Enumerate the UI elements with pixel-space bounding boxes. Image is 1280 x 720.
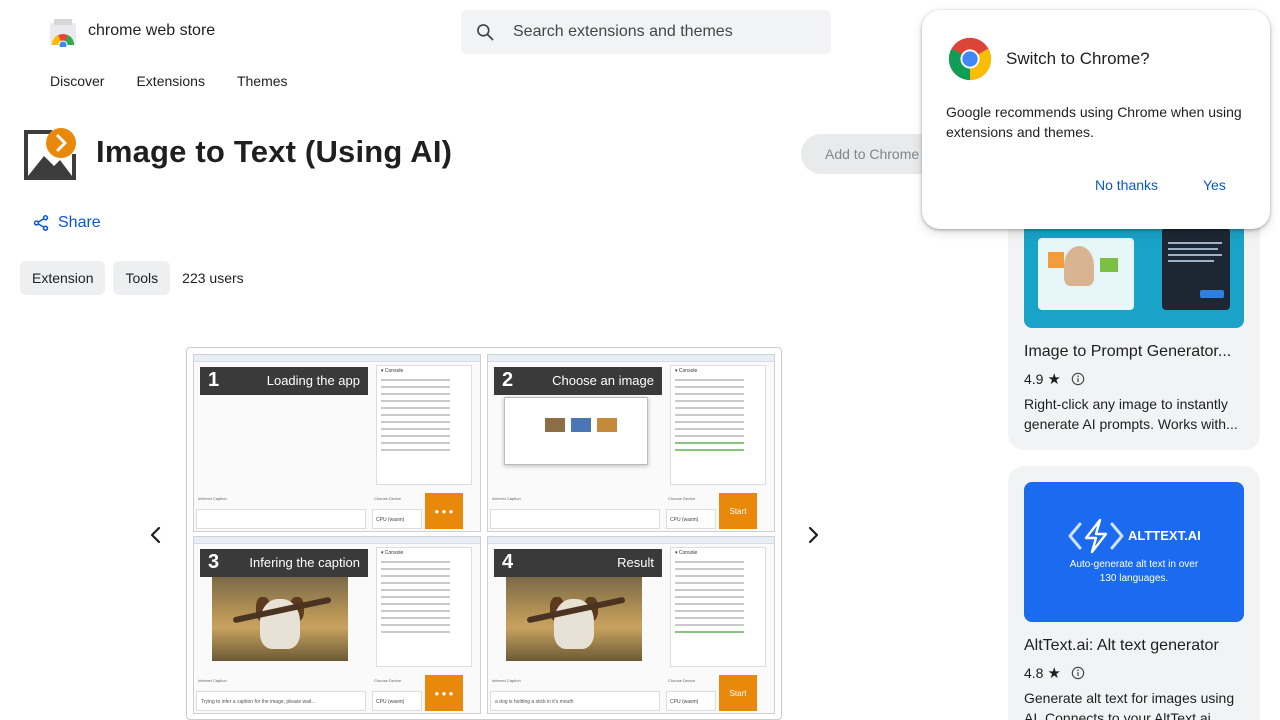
card-banner-image: ALTTEXT.AI Auto-generate alt text in ove… <box>1024 482 1244 622</box>
console-panel: ▾ Console <box>376 365 472 485</box>
nav-extensions[interactable]: Extensions <box>136 73 204 89</box>
screenshot-pane-1: 1 Loading the app ▾ Console Inferred Cap… <box>193 354 481 532</box>
screenshot-pane-2: 2 Choose an image ▾ Console Inferred Cap… <box>487 354 775 532</box>
console-panel: ▾ Console <box>670 365 766 485</box>
star-icon: ★ <box>1047 371 1061 388</box>
carousel-prev-icon[interactable] <box>144 523 168 547</box>
user-count: 223 users <box>182 270 244 286</box>
dog-photo <box>506 577 642 661</box>
star-icon: ★ <box>1047 665 1061 682</box>
info-icon[interactable] <box>1071 372 1085 386</box>
chrome-logo-icon <box>948 37 992 81</box>
card-title[interactable]: Image to Prompt Generator... <box>1024 343 1246 361</box>
pane-badge: 1 Loading the app <box>200 367 368 395</box>
dog-photo <box>212 577 348 661</box>
nav-themes[interactable]: Themes <box>237 73 288 89</box>
search-bar[interactable] <box>461 10 831 54</box>
no-thanks-button[interactable]: No thanks <box>1095 177 1158 193</box>
switch-to-chrome-popup: Switch to Chrome? Google recommends usin… <box>922 10 1270 229</box>
screenshot-pane-3: 3 Infering the caption ▾ Console Inferre… <box>193 536 481 714</box>
share-icon <box>33 215 49 231</box>
search-input[interactable] <box>513 10 813 54</box>
search-icon <box>477 24 494 41</box>
console-panel: ▾ Console <box>376 547 472 667</box>
store-name[interactable]: chrome web store <box>88 22 215 40</box>
pane-badge: 2 Choose an image <box>494 367 662 395</box>
category-chips: Extension Tools 223 users <box>20 261 244 295</box>
pane-badge: 4 Result <box>494 549 662 577</box>
alttext-brand: ALTTEXT.AI <box>1128 528 1201 543</box>
extension-icon <box>24 128 76 180</box>
yes-button[interactable]: Yes <box>1203 177 1226 193</box>
chrome-web-store-logo[interactable] <box>48 17 78 47</box>
alttext-logo-icon <box>1068 518 1124 554</box>
card-description: Generate alt text for images using AI. C… <box>1024 690 1235 720</box>
screenshot-carousel-image[interactable]: 1 Loading the app ▾ Console Inferred Cap… <box>186 347 782 720</box>
chip-tools[interactable]: Tools <box>113 261 171 295</box>
card-title[interactable]: AltText.ai: Alt text generator <box>1024 637 1246 655</box>
share-button[interactable]: Share <box>32 214 101 232</box>
console-panel: ▾ Console <box>670 547 766 667</box>
popup-body: Google recommends using Chrome when usin… <box>946 104 1242 140</box>
pane-badge: 3 Infering the caption <box>200 549 368 577</box>
card-rating: 4.9 ★ <box>1024 370 1085 388</box>
nav-discover[interactable]: Discover <box>50 73 104 89</box>
carousel-next-icon[interactable] <box>801 523 825 547</box>
top-nav: Discover Extensions Themes <box>50 73 288 89</box>
share-label: Share <box>58 214 101 231</box>
extension-title: Image to Text (Using AI) <box>96 134 453 169</box>
related-extension-card-2[interactable]: ALTTEXT.AI Auto-generate alt text in ove… <box>1008 466 1260 720</box>
screenshot-pane-4: 4 Result ▾ Console Inferred Caption Choo… <box>487 536 775 714</box>
info-icon[interactable] <box>1071 666 1085 680</box>
popup-title: Switch to Chrome? <box>1006 49 1150 68</box>
alttext-tagline: Auto-generate alt text in over 130 langu… <box>1069 559 1199 584</box>
card-description: Right-click any image to instantly gener… <box>1024 396 1238 432</box>
card-rating: 4.8 ★ <box>1024 664 1085 682</box>
chip-extension[interactable]: Extension <box>20 261 106 295</box>
file-dialog <box>504 397 648 465</box>
